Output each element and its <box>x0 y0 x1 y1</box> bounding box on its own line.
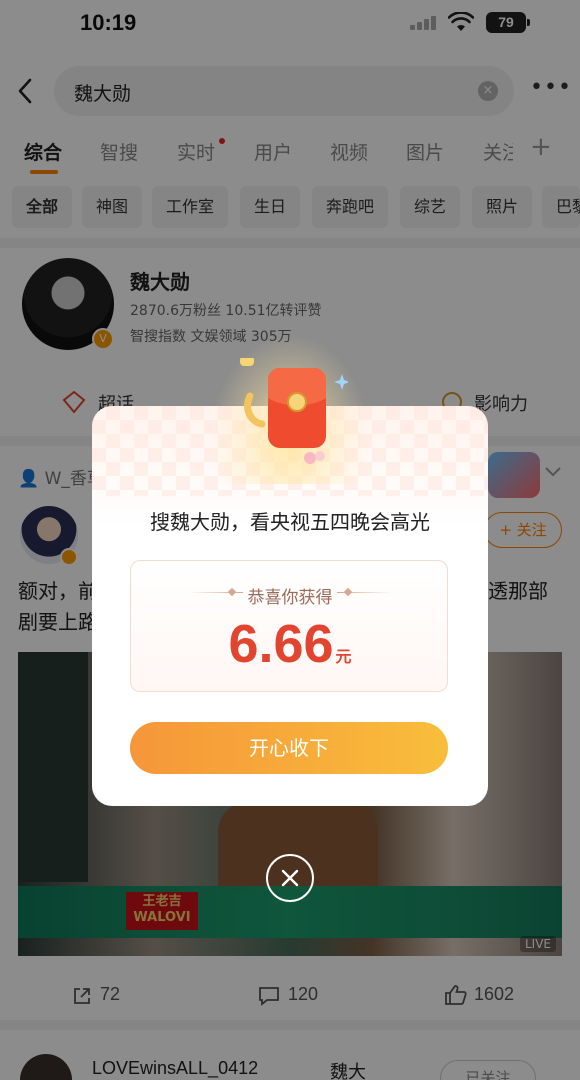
prize-label-row: 恭喜你获得 <box>131 583 449 608</box>
accept-reward-button[interactable]: 开心收下 <box>130 722 448 774</box>
reward-modal: 搜魏大勋，看央视五四晚会高光 恭喜你获得 6.66 元 开心收下 <box>92 334 488 806</box>
close-icon <box>281 869 299 887</box>
modal-title: 搜魏大勋，看央视五四晚会高光 <box>150 510 430 534</box>
close-modal-button[interactable] <box>266 854 314 902</box>
red-envelope-icon <box>240 358 348 464</box>
prize-amount-row: 6.66 元 <box>131 613 449 675</box>
prize-amount: 6.66 <box>228 614 334 674</box>
prize-label: 恭喜你获得 <box>247 588 333 608</box>
decor-line-right <box>337 592 393 593</box>
prize-card: 恭喜你获得 6.66 元 <box>130 560 448 692</box>
prize-unit: 元 <box>335 647 352 666</box>
